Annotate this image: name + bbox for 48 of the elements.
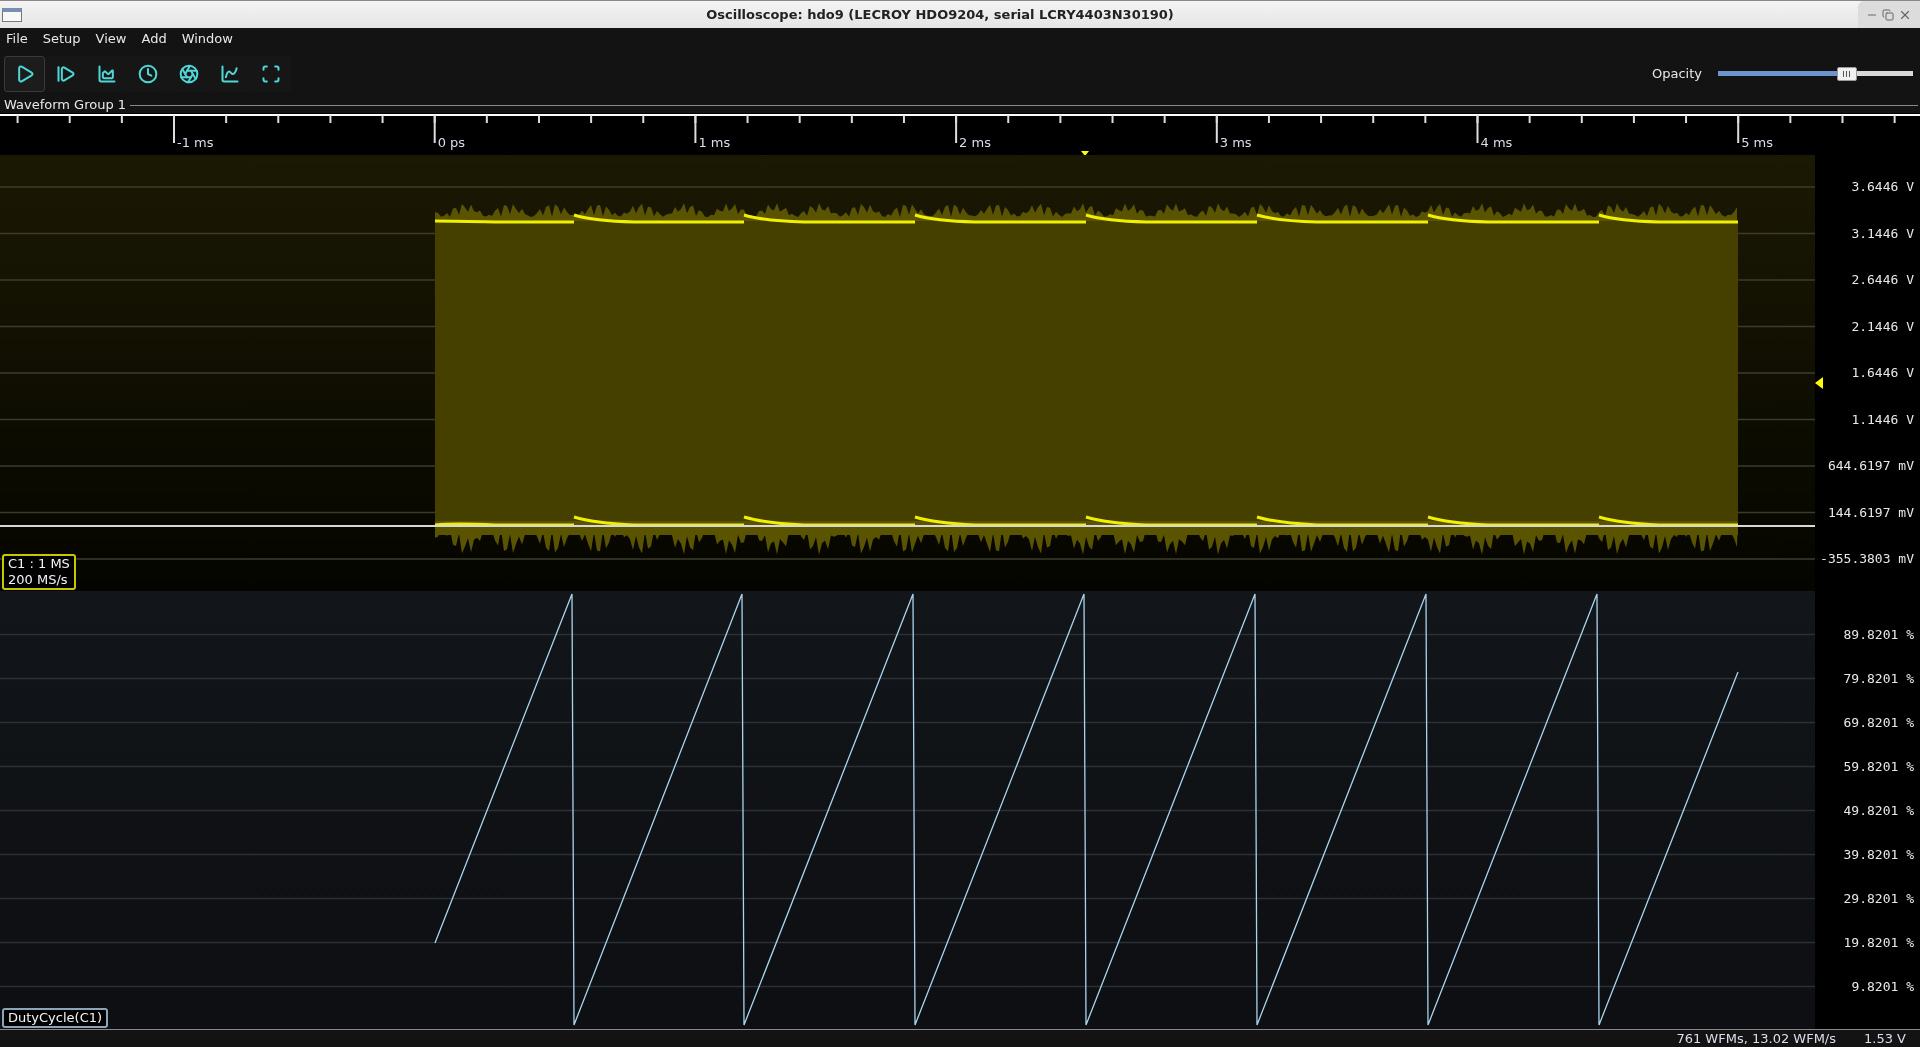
menu-item[interactable]: Setup bbox=[40, 29, 83, 49]
axis-label: 3.6446 V bbox=[1851, 178, 1914, 197]
time-label: 2 ms bbox=[959, 135, 991, 150]
axis-label: 3.1446 V bbox=[1851, 224, 1914, 243]
menu-item[interactable]: View bbox=[93, 29, 129, 49]
time-label: 3 ms bbox=[1219, 135, 1252, 150]
axis-label: 19.8201 % bbox=[1843, 933, 1914, 952]
axis-label: 89.8201 % bbox=[1843, 625, 1914, 644]
axis-label: 69.8201 % bbox=[1843, 713, 1914, 732]
toolbar-button[interactable] bbox=[4, 55, 45, 92]
menu-item[interactable]: File bbox=[4, 29, 30, 49]
curve-icon bbox=[219, 63, 240, 84]
window-title: Oscilloscope: hdo9 (LECROY HDO9204, serial LCRY4403N30190) bbox=[705, 5, 1175, 24]
axis-label: 144.6197 mV bbox=[1827, 503, 1914, 522]
slider-thumb[interactable] bbox=[1836, 66, 1857, 81]
time-label: -1 ms bbox=[177, 135, 214, 150]
opacity-label: Opacity bbox=[1652, 64, 1702, 83]
time-label: 4 ms bbox=[1480, 135, 1513, 150]
axis-label: 2.1446 V bbox=[1851, 317, 1914, 336]
aperture-icon bbox=[178, 63, 199, 84]
axis-label: 79.8201 % bbox=[1843, 669, 1914, 688]
restore-icon bbox=[1882, 8, 1894, 21]
channel-label[interactable]: C1 : 1 MS 200 MS/s bbox=[2, 554, 76, 590]
time-label: 1 ms bbox=[698, 135, 731, 150]
waveform-stats: 761 WFMs, 13.02 WFM/s bbox=[1676, 1029, 1836, 1047]
window-icon bbox=[2, 7, 22, 22]
channel-label[interactable]: DutyCycle(C1) bbox=[2, 1008, 109, 1028]
group-title: Waveform Group 1 bbox=[3, 97, 128, 113]
axis-label: -355.3803 mV bbox=[1820, 550, 1914, 569]
axis-label: 49.8201 % bbox=[1843, 801, 1914, 820]
opacity-slider[interactable] bbox=[1718, 71, 1913, 76]
menu-item[interactable]: Add bbox=[139, 29, 169, 49]
step-forward-icon bbox=[55, 63, 76, 84]
axis-label: 2.6446 V bbox=[1851, 271, 1914, 290]
axis-label: 9.8201 % bbox=[1851, 977, 1914, 996]
time-label: 0 ps bbox=[437, 135, 466, 150]
axis-label: 29.8201 % bbox=[1843, 889, 1914, 908]
axis-label: 39.8201 % bbox=[1843, 845, 1914, 864]
restore-button[interactable] bbox=[1882, 8, 1894, 21]
frame-corners-icon bbox=[260, 63, 281, 84]
axis-label: 644.6197 mV bbox=[1827, 457, 1914, 476]
waveform-icon bbox=[96, 63, 117, 84]
menu-item[interactable]: Window bbox=[179, 29, 235, 49]
axis-label: 1.6446 V bbox=[1851, 364, 1914, 383]
axis-label: 1.1446 V bbox=[1851, 410, 1914, 429]
axis-label: 59.8201 % bbox=[1843, 757, 1914, 776]
voltage-reading: 1.53 V bbox=[1864, 1029, 1906, 1047]
time-label: 5 ms bbox=[1741, 135, 1774, 150]
